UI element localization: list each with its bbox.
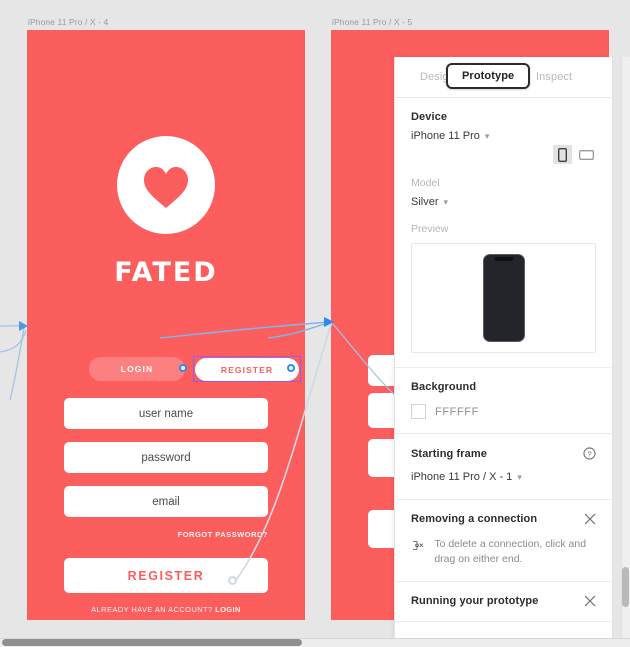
auth-tab-row[interactable]: LOGIN REGISTER <box>89 357 299 381</box>
portrait-orientation-icon[interactable] <box>553 145 572 164</box>
model-select[interactable]: Silver ▾ <box>411 196 448 208</box>
close-icon[interactable] <box>584 595 596 607</box>
help-question-icon[interactable]: ? <box>583 447 596 460</box>
delete-connection-icon <box>412 540 424 550</box>
background-color-row[interactable]: FFFFFF <box>411 404 596 419</box>
chevron-down-icon: ▾ <box>484 130 490 141</box>
register-tab[interactable]: REGISTER <box>195 358 299 381</box>
login-tab[interactable]: LOGIN <box>89 357 185 381</box>
background-section-title: Background <box>411 381 477 393</box>
password-input[interactable]: password <box>64 442 268 473</box>
connection-endpoint-login[interactable] <box>228 576 237 585</box>
device-select[interactable]: iPhone 11 Pro ▾ <box>411 130 489 142</box>
vertical-scroll-thumb[interactable] <box>622 567 629 607</box>
chevron-down-icon: ▾ <box>517 471 522 482</box>
tip-removing-connection: Removing a connection To delete a connec… <box>395 500 612 583</box>
already-have-account-text: ALREADY HAVE AN ACCOUNT? LOGIN <box>27 605 305 614</box>
tip-title: Removing a connection <box>411 513 538 525</box>
app-root: iPhone 11 Pro / X - 4 iPhone 11 Pro / X … <box>0 0 630 647</box>
tab-inspect[interactable]: Inspect <box>527 71 581 83</box>
horizontal-scroll-thumb[interactable] <box>2 639 302 646</box>
close-icon[interactable] <box>584 513 596 525</box>
starting-frame-section: Starting frame ? iPhone 11 Pro / X - 1 ▾ <box>395 434 612 500</box>
forgot-password-link[interactable]: FORGOT PASSWORD? <box>178 530 268 539</box>
orientation-toggle-group[interactable] <box>553 145 596 164</box>
tip-title: Running your prototype <box>411 595 539 608</box>
notch-shape <box>494 256 513 261</box>
panel-tab-bar[interactable]: Design Prototype Inspect <box>395 57 612 98</box>
username-input[interactable]: user name <box>64 398 268 429</box>
already-have-account-label: ALREADY HAVE AN ACCOUNT? <box>91 605 216 614</box>
device-section: Device iPhone 11 Pro ▾ Model Silver ▾ Pr… <box>395 98 612 368</box>
connection-handle-left[interactable] <box>179 364 187 372</box>
background-section: Background FFFFFF <box>395 368 612 434</box>
chevron-down-icon: ▾ <box>443 196 449 207</box>
starting-frame-value: iPhone 11 Pro / X - 1 <box>411 471 513 483</box>
register-submit-button[interactable]: REGISTER <box>64 558 268 593</box>
svg-text:?: ? <box>587 449 591 458</box>
tab-prototype[interactable]: Prototype <box>446 63 531 89</box>
tip-running-prototype: Running your prototype <box>395 582 612 623</box>
device-section-title: Device <box>411 111 448 123</box>
artboard-iphone-4[interactable]: FATED LOGIN REGISTER user name password … <box>27 30 305 620</box>
artboard-label-2[interactable]: iPhone 11 Pro / X - 5 <box>332 17 412 27</box>
model-select-value: Silver <box>411 196 439 208</box>
artboard-label-1[interactable]: iPhone 11 Pro / X - 4 <box>28 17 108 27</box>
device-preview-card <box>411 243 596 353</box>
starting-frame-select[interactable]: iPhone 11 Pro / X - 1 ▾ <box>411 471 522 483</box>
color-swatch[interactable] <box>411 404 426 419</box>
landscape-orientation-icon[interactable] <box>577 145 596 164</box>
login-link[interactable]: LOGIN <box>215 605 241 614</box>
tip-body: To delete a connection, click and drag o… <box>434 538 587 566</box>
preview-label: Preview <box>411 223 449 235</box>
panel-vertical-scrollbar[interactable] <box>621 57 630 647</box>
connection-handle-right[interactable] <box>287 364 295 372</box>
background-hex-value[interactable]: FFFFFF <box>435 406 479 418</box>
properties-panel[interactable]: Design Prototype Inspect Device iPhone 1… <box>394 57 612 647</box>
heart-in-circle-logo <box>117 136 215 234</box>
brand-title: FATED <box>114 257 218 288</box>
model-label: Model <box>411 177 440 189</box>
starting-frame-title: Starting frame <box>411 447 487 460</box>
device-select-value: iPhone 11 Pro <box>411 130 480 142</box>
canvas-horizontal-scrollbar[interactable] <box>0 638 630 647</box>
iphone-preview-thumbnail <box>482 254 525 342</box>
email-input[interactable]: email <box>64 486 268 517</box>
